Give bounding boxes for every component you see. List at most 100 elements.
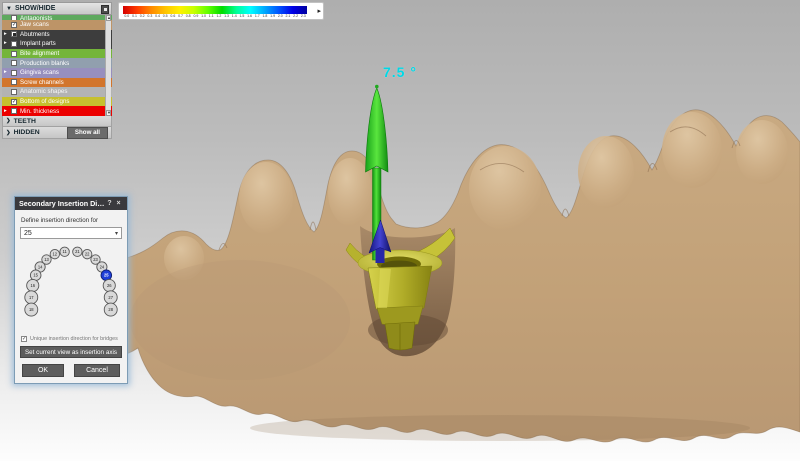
tooth-26[interactable]: 26 xyxy=(103,279,115,291)
scroll-up-icon[interactable]: ▲ xyxy=(106,15,111,21)
layer-label: Implant parts xyxy=(20,40,56,47)
tooth-12[interactable]: 12 xyxy=(50,249,59,258)
hidden-section-header[interactable]: ❯ HIDDEN Show all xyxy=(2,127,112,139)
layer-label: Min. thickness xyxy=(20,108,59,115)
layer-row-gingiva-scans[interactable]: ▸ Gingiva scans xyxy=(2,68,112,78)
color-scale-ticks: 0.00.10.20.30.40.50.60.70.80.91.01.11.21… xyxy=(123,14,307,18)
layer-row-jaw-scans[interactable]: ✓Jaw scans xyxy=(2,20,112,30)
section-label: HIDDEN xyxy=(14,129,40,136)
layer-label: Jaw scans xyxy=(20,21,49,28)
secondary-axis-shaft xyxy=(376,247,385,263)
layer-checkbox[interactable] xyxy=(11,51,17,57)
help-icon[interactable]: ? xyxy=(105,200,114,207)
layer-row-anatomic-shapes[interactable]: Anatomic shapes xyxy=(2,87,112,97)
expand-arrow-icon[interactable]: ▸ xyxy=(4,68,11,77)
layer-row-abutments[interactable]: ▸ Abutments xyxy=(2,30,112,40)
svg-text:16: 16 xyxy=(30,283,35,288)
tooth-28[interactable]: 28 xyxy=(104,303,117,316)
cancel-button[interactable]: Cancel xyxy=(74,364,120,377)
expand-arrow-icon[interactable]: ▸ xyxy=(4,39,11,48)
layer-row-bottom-of-designs[interactable]: ✓Bottom of designs xyxy=(2,97,112,107)
layer-label: Gingiva scans xyxy=(20,69,59,76)
svg-text:18: 18 xyxy=(29,307,34,312)
tooth-arch-diagram: 11 12 131415 16 17 18 21 222324 25 26 27 28 xyxy=(20,243,122,333)
svg-text:27: 27 xyxy=(108,295,113,300)
set-view-button[interactable]: Set current view as insertion axis xyxy=(20,346,122,358)
dialog-titlebar[interactable]: Secondary Insertion Dir... ? × xyxy=(15,197,127,210)
layer-label: Screw channels xyxy=(20,79,64,86)
layer-checkbox[interactable] xyxy=(11,70,17,76)
svg-text:25: 25 xyxy=(104,273,109,278)
svg-text:15: 15 xyxy=(33,273,38,278)
svg-text:11: 11 xyxy=(62,249,67,254)
layer-row-production-blanks[interactable]: Production blanks xyxy=(2,58,112,68)
tooth-17[interactable]: 17 xyxy=(25,291,38,304)
show-hide-panel: ▼ SHOW/HIDE Antagonists✓Jaw scans▸Abutme… xyxy=(2,2,112,139)
layer-label: Bottom of designs xyxy=(20,98,70,105)
layer-row-min-thickness[interactable]: ▸ Min. thickness xyxy=(2,106,112,116)
dialog-title: Secondary Insertion Dir... xyxy=(19,199,105,208)
tooth-16[interactable]: 16 xyxy=(27,279,39,291)
layer-checkbox[interactable] xyxy=(11,79,17,85)
show-all-button[interactable]: Show all xyxy=(67,127,108,139)
section-label: TEETH xyxy=(14,118,36,125)
layer-label: Abutments xyxy=(20,31,50,38)
svg-text:14: 14 xyxy=(38,264,43,269)
layer-checkbox[interactable] xyxy=(11,41,17,47)
layer-checkbox[interactable] xyxy=(11,31,17,37)
svg-text:28: 28 xyxy=(108,307,113,312)
svg-text:24: 24 xyxy=(100,264,105,269)
chevron-right-icon: ❯ xyxy=(6,130,11,136)
expand-arrow-icon[interactable]: ▸ xyxy=(4,107,11,116)
expand-arrow-icon[interactable]: ▸ xyxy=(4,30,11,39)
layer-checkbox[interactable] xyxy=(11,15,17,20)
layer-label: Anatomic shapes xyxy=(20,88,67,95)
pin-icon[interactable] xyxy=(101,5,109,14)
layer-list: Antagonists✓Jaw scans▸Abutments▸Implant … xyxy=(2,15,112,116)
panel-title: SHOW/HIDE xyxy=(15,5,55,12)
svg-text:23: 23 xyxy=(93,257,98,262)
tooth-15[interactable]: 15 xyxy=(30,270,41,281)
bridge-checkbox[interactable]: ✓ xyxy=(21,336,27,342)
layer-checkbox[interactable] xyxy=(11,108,17,114)
distance-color-scale: 0.00.10.20.30.40.50.60.70.80.91.01.11.21… xyxy=(118,2,324,20)
show-hide-header[interactable]: ▼ SHOW/HIDE xyxy=(2,2,112,15)
tooth-11[interactable]: 11 xyxy=(60,247,69,256)
color-gradient xyxy=(123,6,307,14)
layer-row-bite-alignment[interactable]: Bite alignment xyxy=(2,49,112,59)
dialog-actions: OK Cancel xyxy=(20,364,122,377)
scrollbar[interactable]: ▲ ▼ xyxy=(105,15,111,116)
svg-text:12: 12 xyxy=(53,252,58,257)
chevron-down-icon: ▾ xyxy=(115,230,118,237)
svg-text:21: 21 xyxy=(75,249,80,254)
bridge-option-row: ✓ Unique insertion direction for bridges xyxy=(20,336,122,342)
layer-row-screw-channels[interactable]: Screw channels xyxy=(2,78,112,88)
tooth-25[interactable]: 25 xyxy=(101,270,112,281)
layer-checkbox[interactable]: ✓ xyxy=(11,22,17,28)
bridge-checkbox-label: Unique insertion direction for bridges xyxy=(30,336,118,342)
svg-text:26: 26 xyxy=(107,283,112,288)
expand-arrow-icon[interactable]: ▸ xyxy=(317,7,321,16)
dialog-body: Define insertion direction for 25 ▾ 1112… xyxy=(15,210,127,383)
chevron-down-icon: ▼ xyxy=(6,6,12,12)
layer-label: Antagonists xyxy=(20,15,52,20)
layer-checkbox[interactable] xyxy=(11,60,17,66)
layer-checkbox[interactable]: ✓ xyxy=(11,99,17,105)
scroll-down-icon[interactable]: ▼ xyxy=(106,110,111,116)
tooth-select-dropdown[interactable]: 25 ▾ xyxy=(20,227,122,239)
svg-text:13: 13 xyxy=(44,257,49,262)
layer-row-implant-parts[interactable]: ▸ Implant parts xyxy=(2,39,112,49)
layer-checkbox[interactable] xyxy=(11,89,17,95)
tooth-22[interactable]: 22 xyxy=(82,249,91,258)
tooth-21[interactable]: 21 xyxy=(73,247,82,256)
ok-button[interactable]: OK xyxy=(22,364,64,377)
tooth-18[interactable]: 18 xyxy=(25,303,38,316)
secondary-insertion-dialog: Secondary Insertion Dir... ? × Define in… xyxy=(14,196,128,384)
svg-text:17: 17 xyxy=(29,295,34,300)
application-window: 7.5 ° ▼ SHOW/HIDE Antagonists✓Jaw scans▸… xyxy=(0,0,800,461)
svg-text:22: 22 xyxy=(85,252,90,257)
insertion-angle-label: 7.5 ° xyxy=(383,64,417,80)
tooth-27[interactable]: 27 xyxy=(104,291,117,304)
close-icon[interactable]: × xyxy=(114,200,123,207)
layer-label: Production blanks xyxy=(20,60,69,67)
